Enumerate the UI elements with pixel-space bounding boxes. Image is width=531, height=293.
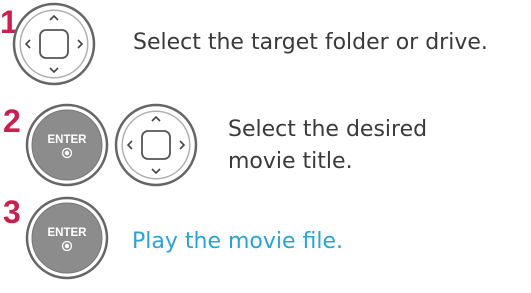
dpad-button (12, 2, 96, 86)
step-3-number: 3 (3, 194, 21, 230)
enter-button-icon: ENTER (25, 196, 109, 280)
step-2-text-line1: Select the desired (228, 117, 428, 142)
enter-label: ENTER (48, 227, 88, 239)
enter-button: ENTER (25, 196, 109, 280)
dpad-icon (12, 2, 96, 86)
enter-button-icon: ENTER (25, 103, 109, 187)
dpad-icon (114, 103, 198, 187)
dpad-button (114, 103, 198, 187)
step-2-text-line2: movie title. (228, 149, 353, 174)
step-1-text: Select the target folder or drive. (133, 30, 488, 55)
enter-label: ENTER (48, 134, 88, 146)
enter-button: ENTER (25, 103, 109, 187)
step-2-number: 2 (3, 103, 21, 139)
step-3-text: Play the movie file. (132, 229, 344, 254)
